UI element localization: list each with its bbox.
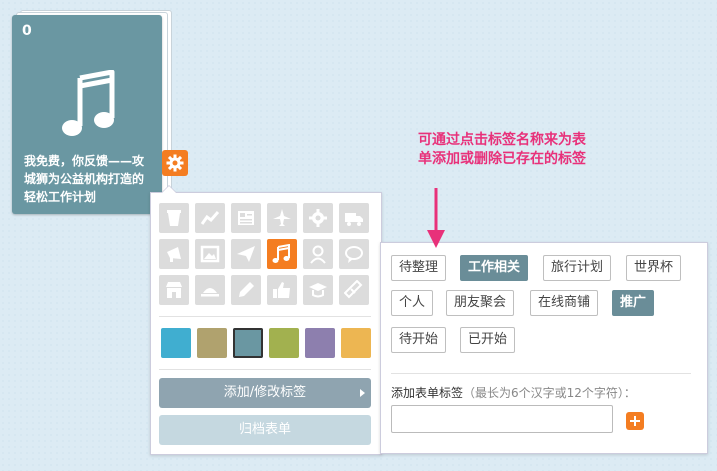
- gear-icon: [309, 209, 327, 227]
- icon-option-thumbs-up[interactable]: [267, 275, 297, 305]
- pencil-icon: [239, 282, 254, 297]
- tag-panel: 待整理 工作相关 旅行计划 世界杯 个人 朋友聚会 在线商铺 推广 待开始 已开…: [380, 242, 708, 454]
- tag-item[interactable]: 在线商铺: [530, 290, 599, 316]
- icon-option-music-note[interactable]: [267, 239, 297, 269]
- tag-item[interactable]: 朋友聚会: [446, 290, 515, 316]
- icon-option-cup[interactable]: [159, 203, 189, 233]
- cup-icon: [167, 210, 181, 226]
- annotation-note: 可通过点击标签名称来为表单添加或删除已存在的标签: [418, 132, 586, 167]
- new-tag-input[interactable]: [391, 405, 613, 433]
- icon-option-dish[interactable]: [195, 275, 225, 305]
- add-tag-hint: （最长为6个汉字或12个字符）：: [463, 386, 636, 400]
- thumbs-up-icon: [273, 282, 290, 298]
- color-swatch-purple[interactable]: [305, 328, 335, 358]
- add-edit-tags-label: 添加/修改标签: [223, 385, 307, 400]
- ticket-icon: [344, 280, 363, 299]
- form-card[interactable]: 0 我免费，你反馈——攻城狮为公益机构打造的轻松工作计划: [12, 15, 162, 214]
- chevron-right-icon: [360, 389, 365, 397]
- color-swatch-olive[interactable]: [269, 328, 299, 358]
- divider: [159, 369, 371, 370]
- icon-option-ticket[interactable]: [339, 275, 369, 305]
- archive-form-button[interactable]: 归档表单: [159, 415, 371, 445]
- tag-item[interactable]: 推广: [612, 290, 655, 316]
- airplane-icon: [273, 209, 291, 226]
- tag-item[interactable]: 待整理: [391, 255, 447, 281]
- add-tag-label: 添加表单标签（最长为6个汉字或12个字符）：: [391, 384, 636, 401]
- icon-option-graduation-cap[interactable]: [303, 275, 333, 305]
- newspaper-icon: [238, 211, 254, 225]
- icon-option-speech-bubble[interactable]: [339, 239, 369, 269]
- icon-option-gear[interactable]: [303, 203, 333, 233]
- gear-icon: [166, 154, 184, 172]
- divider: [391, 373, 691, 374]
- tag-item[interactable]: 个人: [391, 290, 434, 316]
- dish-icon: [201, 288, 219, 297]
- color-swatch-yellow[interactable]: [341, 328, 371, 358]
- form-title: 我免费，你反馈——攻城狮为公益机构打造的轻松工作计划: [24, 154, 145, 204]
- tag-item[interactable]: 世界杯: [626, 255, 682, 281]
- icon-option-person[interactable]: [303, 239, 333, 269]
- archive-form-label: 归档表单: [238, 422, 291, 437]
- icon-option-pencil[interactable]: [231, 275, 261, 305]
- icon-option-newspaper[interactable]: [231, 203, 261, 233]
- music-note-icon: [62, 70, 115, 136]
- annotation-arrow-icon: [427, 188, 445, 248]
- add-tag-plus-button[interactable]: [626, 412, 644, 430]
- color-swatch-teal[interactable]: [233, 328, 263, 358]
- icon-option-paper-plane[interactable]: [231, 239, 261, 269]
- music-note-icon: [272, 244, 290, 263]
- tag-item[interactable]: 旅行计划: [543, 255, 612, 281]
- shop-icon: [166, 282, 182, 298]
- person-icon: [310, 245, 326, 264]
- megaphone-icon: [167, 247, 181, 262]
- chart-icon: [200, 211, 220, 225]
- tag-item[interactable]: 已开始: [460, 327, 516, 353]
- color-swatch-khaki[interactable]: [197, 328, 227, 358]
- card-settings-panel: 添加/修改标签 归档表单: [150, 185, 382, 455]
- picture-icon: [200, 245, 220, 263]
- icon-option-picture[interactable]: [195, 239, 225, 269]
- divider: [159, 316, 371, 317]
- add-edit-tags-button[interactable]: 添加/修改标签: [159, 378, 371, 408]
- icon-option-chart[interactable]: [195, 203, 225, 233]
- speech-bubble-icon: [345, 246, 363, 263]
- truck-icon: [345, 213, 363, 226]
- icon-option-megaphone[interactable]: [159, 239, 189, 269]
- form-count: 0: [22, 23, 32, 39]
- graduation-cap-icon: [309, 283, 327, 298]
- tag-item[interactable]: 工作相关: [460, 255, 529, 281]
- icon-option-shop[interactable]: [159, 275, 189, 305]
- tag-item[interactable]: 待开始: [391, 327, 447, 353]
- add-tag-label-text: 添加表单标签: [391, 386, 464, 400]
- paper-plane-icon: [237, 246, 255, 262]
- color-swatch-blue[interactable]: [161, 328, 191, 358]
- panel-pointer: [161, 185, 177, 193]
- settings-gear-button[interactable]: [162, 150, 188, 176]
- icon-option-airplane[interactable]: [267, 203, 297, 233]
- icon-option-truck[interactable]: [339, 203, 369, 233]
